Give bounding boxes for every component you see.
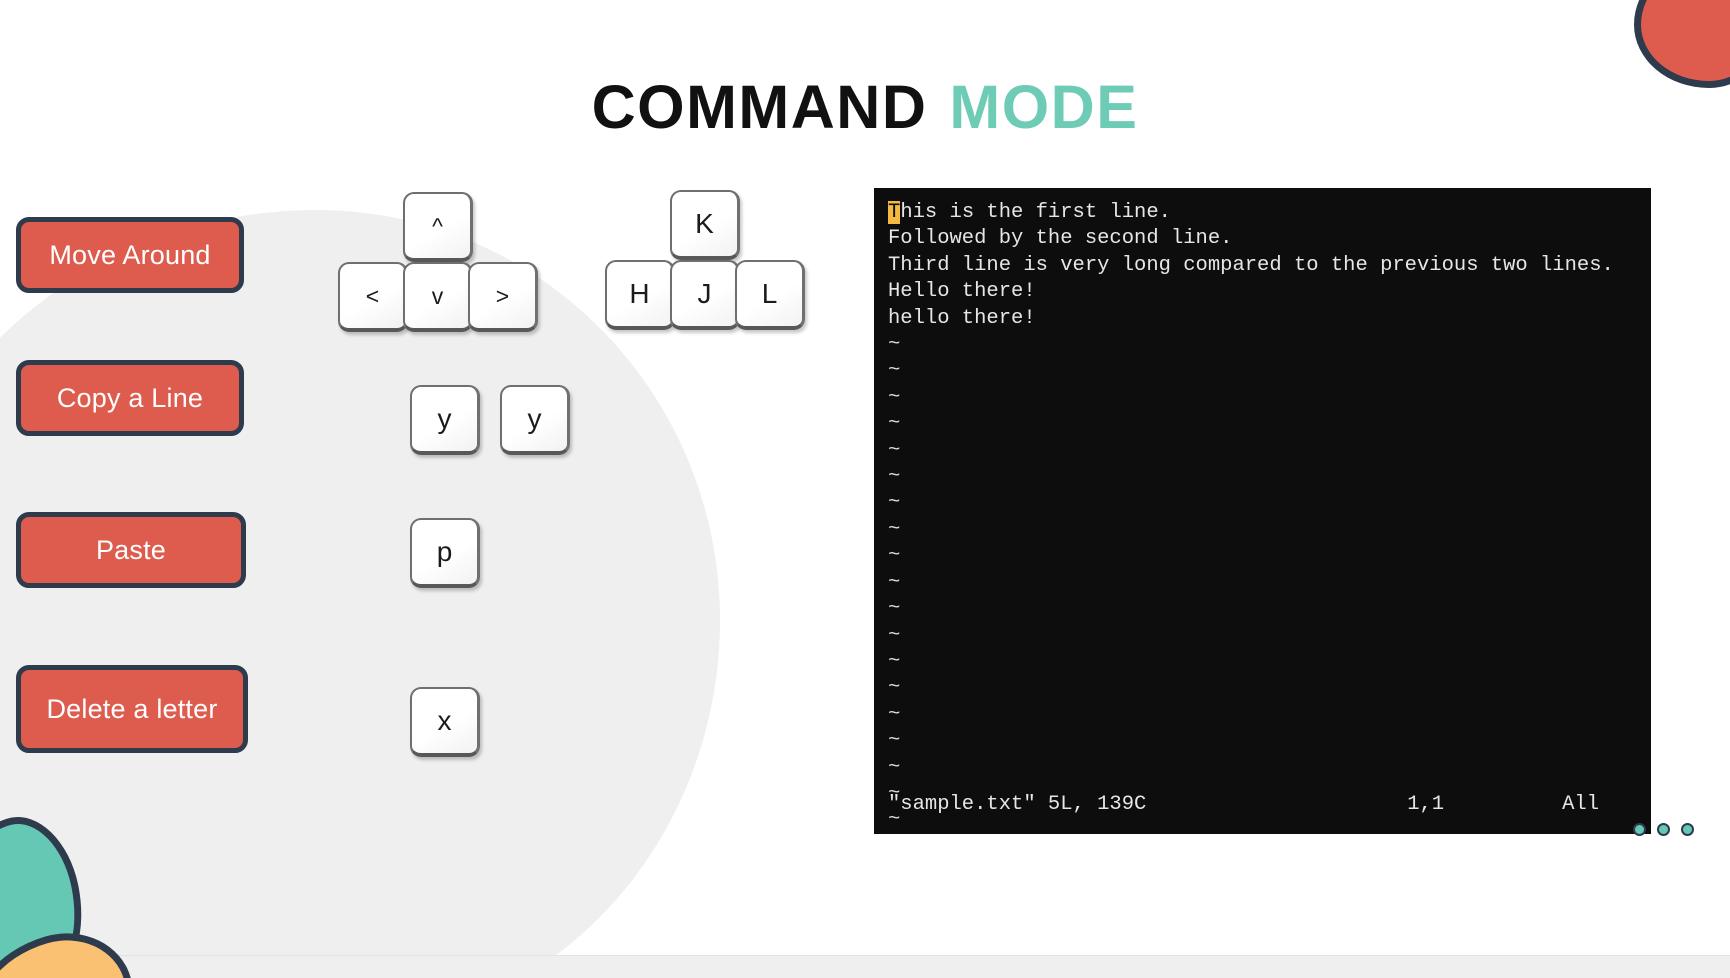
vim-empty-line-marker: ~: [888, 385, 901, 409]
vim-empty-line-marker: ~: [888, 359, 901, 383]
key-label: y: [437, 403, 452, 434]
vim-empty-line-marker: ~: [888, 755, 901, 779]
action-button-copy-a-line[interactable]: Copy a Line: [16, 360, 244, 436]
vim-empty-line-marker: ~: [888, 623, 901, 647]
key-arrow-up[interactable]: ^: [403, 192, 473, 262]
key-label: <: [365, 282, 380, 309]
key-vim-l[interactable]: L: [735, 260, 805, 330]
vim-status-file-info: "sample.txt" 5L, 139C: [888, 792, 1147, 816]
vim-cursor-block: T: [888, 201, 901, 224]
key-label: L: [761, 278, 778, 309]
vim-terminal-window[interactable]: This is the first line. Followed by the s…: [874, 188, 1651, 834]
vim-status-scroll-indicator: All: [1562, 792, 1599, 816]
vim-empty-line-marker: ~: [888, 544, 901, 568]
key-yank-second[interactable]: y: [500, 385, 570, 455]
key-vim-h[interactable]: H: [605, 260, 675, 330]
vim-empty-line-marker: ~: [888, 517, 901, 541]
key-delete-char[interactable]: x: [410, 687, 480, 757]
key-vim-j[interactable]: J: [670, 260, 740, 330]
decorative-orange-crescent-icon: [0, 917, 147, 978]
key-label: p: [436, 536, 453, 567]
vim-empty-line-marker: ~: [888, 570, 901, 594]
key-yank-first[interactable]: y: [410, 385, 480, 455]
pagination-dot[interactable]: [1633, 823, 1646, 836]
vim-status-cursor-position: 1,1: [1407, 792, 1445, 816]
vim-empty-line-marker: ~: [888, 491, 901, 515]
key-label: y: [527, 403, 542, 434]
vim-buffer-line: Third line is very long compared to the …: [888, 253, 1614, 277]
vim-empty-line-marker: ~: [888, 729, 901, 753]
action-button-paste[interactable]: Paste: [16, 512, 246, 588]
key-label: v: [431, 282, 444, 309]
pagination-dots[interactable]: [1633, 823, 1694, 836]
key-arrow-right[interactable]: >: [468, 262, 538, 332]
page-title-secondary: MODE: [949, 73, 1139, 141]
vim-buffer-line: This is the first line.: [888, 201, 1171, 224]
page-title-primary: COMMAND: [591, 73, 928, 141]
page-title: COMMAND MODE: [0, 72, 1730, 142]
vim-status-line: "sample.txt" 5L, 139C 1,1 All: [874, 792, 1651, 818]
action-button-delete-a-letter[interactable]: Delete a letter: [16, 665, 248, 753]
key-label: K: [695, 208, 714, 239]
pagination-dot[interactable]: [1681, 823, 1694, 836]
vim-buffer-line: Followed by the second line.: [888, 227, 1233, 251]
vim-empty-line-marker: ~: [888, 649, 901, 673]
vim-empty-line-marker: ~: [888, 412, 901, 436]
key-vim-k[interactable]: K: [670, 190, 740, 260]
key-paste[interactable]: p: [410, 518, 480, 588]
key-label: x: [437, 705, 452, 736]
key-label: H: [629, 278, 650, 309]
vim-buffer-area: This is the first line. Followed by the s…: [874, 200, 1651, 834]
key-label: ^: [432, 212, 443, 239]
slide-footer-strip: [0, 955, 1730, 978]
pagination-dot[interactable]: [1657, 823, 1670, 836]
vim-empty-line-marker: ~: [888, 465, 901, 489]
action-button-label: Delete a letter: [46, 693, 218, 724]
vim-empty-line-marker: ~: [888, 438, 901, 462]
vim-empty-line-marker: ~: [888, 702, 901, 726]
action-button-label: Move Around: [49, 239, 211, 270]
vim-buffer-line: Hello there!: [888, 280, 1036, 304]
slide-canvas: COMMAND MODE Move Around Copy a Line Past…: [0, 0, 1730, 978]
vim-empty-line-marker: ~: [888, 597, 901, 621]
vim-empty-line-marker: ~: [888, 333, 901, 357]
decorative-teal-leaf-icon: [0, 806, 96, 978]
action-button-move-around[interactable]: Move Around: [16, 217, 244, 293]
key-label: J: [697, 278, 712, 309]
vim-buffer-line: hello there!: [888, 306, 1036, 330]
vim-empty-line-marker: ~: [888, 676, 901, 700]
action-button-label: Copy a Line: [56, 382, 204, 413]
key-label: >: [495, 282, 510, 309]
key-arrow-down[interactable]: v: [403, 262, 473, 332]
action-button-label: Paste: [95, 534, 167, 565]
key-arrow-left[interactable]: <: [338, 262, 408, 332]
